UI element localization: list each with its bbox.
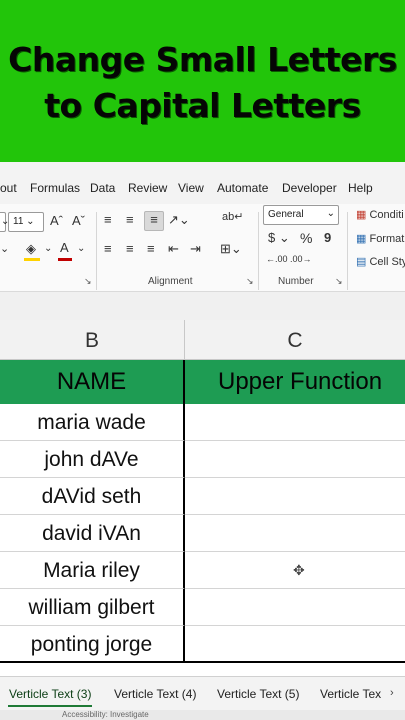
number-group-label: Number xyxy=(278,276,314,287)
table-header-name[interactable]: NAME xyxy=(0,360,185,404)
banner-title-line1: Change Small Letters xyxy=(8,40,397,79)
ribbon-separator xyxy=(258,212,259,290)
ribbon: ⌄ 11 ⌄ Aˆ Aˇ ⌄ ◈ ⌄ A ⌄ ↘ ≡ ≡ ≡ ↗⌄ ab↵ ≡ … xyxy=(0,204,405,292)
active-tab-indicator xyxy=(8,705,92,707)
sheet-tab-5[interactable]: Verticle Text (5) xyxy=(217,687,299,701)
align-top-icon[interactable]: ≡ xyxy=(104,212,112,227)
table-row-name-cell[interactable]: john dAVe xyxy=(0,441,185,478)
wrap-text-label: ab xyxy=(222,211,235,223)
column-header-c[interactable]: C xyxy=(185,320,405,360)
decrease-decimal-button[interactable]: .00→ xyxy=(290,254,312,264)
format-as-table-button[interactable]: ▦ Format xyxy=(356,232,404,245)
increase-decimal-label: .00 xyxy=(275,254,288,264)
table-row-result-cell[interactable] xyxy=(185,441,405,478)
fill-color-swatch xyxy=(24,258,40,261)
table-row-result-cell[interactable] xyxy=(185,589,405,626)
format-table-icon: ▦ xyxy=(356,233,367,245)
number-format-value: General xyxy=(268,209,304,220)
formula-bar-area xyxy=(0,292,405,320)
font-dialog-launcher-icon[interactable]: ↘ xyxy=(84,276,92,287)
tab-page-layout[interactable]: out xyxy=(0,181,17,195)
ribbon-tab-bar: out Formulas Data Review View Automate D… xyxy=(0,172,405,204)
tab-automate[interactable]: Automate xyxy=(217,181,268,195)
banner-title-line2: to Capital Letters xyxy=(44,86,361,125)
sheet-tab-6[interactable]: Verticle Tex xyxy=(320,687,381,701)
increase-font-size-icon[interactable]: Aˆ xyxy=(50,213,63,228)
status-bar: Accessibility: Investigate xyxy=(0,710,405,720)
orientation-icon[interactable]: ↗⌄ xyxy=(168,212,190,228)
table-bottom-border xyxy=(0,661,405,663)
chevron-down-icon: ⌄ xyxy=(326,208,335,219)
cell-styles-button[interactable]: ▤ Cell Styl xyxy=(356,255,405,268)
table-row-name-cell[interactable]: Maria riley xyxy=(0,552,185,589)
font-color-icon[interactable]: A xyxy=(60,240,69,255)
table-row-name-cell[interactable]: ponting jorge xyxy=(0,626,185,662)
tab-developer[interactable]: Developer xyxy=(282,181,337,195)
ribbon-separator xyxy=(347,212,348,290)
currency-format-button[interactable]: $ ⌄ xyxy=(268,230,290,246)
sheet-tab-bar: Verticle Text (3) Verticle Text (4) Vert… xyxy=(0,676,405,710)
table-row-name-cell[interactable]: william gilbert xyxy=(0,589,185,626)
font-name-dropdown[interactable]: ⌄ xyxy=(0,212,9,232)
ribbon-separator xyxy=(96,212,97,290)
align-right-icon[interactable]: ≡ xyxy=(147,241,155,256)
wrap-text-icon[interactable]: ab↵ xyxy=(222,210,243,223)
alignment-dialog-launcher-icon[interactable]: ↘ xyxy=(246,276,254,287)
cell-styles-label: Cell Styl xyxy=(369,256,405,268)
table-row-name-cell[interactable]: david iVAn xyxy=(0,515,185,552)
tab-help[interactable]: Help xyxy=(348,181,373,195)
decrease-font-size-icon[interactable]: Aˇ xyxy=(72,213,85,228)
banner-gap xyxy=(0,162,405,172)
font-size-dropdown[interactable]: 11 ⌄ xyxy=(8,212,44,232)
conditional-formatting-label: Conditi xyxy=(369,209,404,221)
font-color-swatch xyxy=(58,258,72,261)
table-row-result-cell[interactable] xyxy=(185,626,405,662)
font-size-value: 11 xyxy=(13,216,24,227)
align-bottom-icon[interactable]: ≡ xyxy=(144,211,164,231)
increase-decimal-button[interactable]: ←.00 xyxy=(266,254,288,264)
table-header-upper-function[interactable]: Upper Function xyxy=(185,360,405,404)
tab-formulas[interactable]: Formulas xyxy=(30,181,80,195)
table-row-result-cell[interactable] xyxy=(185,515,405,552)
title-banner: Change Small Letters to Capital Letters xyxy=(0,0,405,162)
align-center-icon[interactable]: ≡ xyxy=(126,241,134,256)
fill-color-icon[interactable]: ◈ xyxy=(26,241,36,257)
sheet-tab-4[interactable]: Verticle Text (4) xyxy=(114,687,196,701)
align-middle-icon[interactable]: ≡ xyxy=(126,212,134,227)
comma-style-button[interactable]: 9 xyxy=(324,230,331,245)
tab-view[interactable]: View xyxy=(178,181,204,195)
accessibility-status[interactable]: Accessibility: Investigate xyxy=(62,710,149,719)
chevron-right-icon[interactable]: › xyxy=(390,687,394,699)
number-format-dropdown[interactable]: General ⌄ xyxy=(263,205,339,225)
table-row-result-cell[interactable] xyxy=(185,404,405,441)
tab-review[interactable]: Review xyxy=(128,181,167,195)
table-row-name-cell[interactable]: dAVid seth xyxy=(0,478,185,515)
align-left-icon[interactable]: ≡ xyxy=(104,241,112,256)
alignment-group-label: Alignment xyxy=(148,276,193,287)
percent-format-button[interactable]: % xyxy=(300,230,312,246)
column-header-b[interactable]: B xyxy=(0,320,185,360)
mouse-cursor-icon: ✥ xyxy=(293,562,305,578)
cell-styles-icon: ▤ xyxy=(356,256,367,268)
conditional-formatting-icon: ▦ xyxy=(356,209,367,221)
table-row-result-cell[interactable] xyxy=(185,478,405,515)
merge-center-icon[interactable]: ⊞⌄ xyxy=(220,241,242,257)
font-color-dropdown-icon[interactable]: ⌄ xyxy=(77,243,85,254)
sheet-tab-3[interactable]: Verticle Text (3) xyxy=(9,687,91,701)
decrease-indent-icon[interactable]: ⇤ xyxy=(168,241,179,257)
format-as-table-label: Format xyxy=(369,233,405,245)
number-dialog-launcher-icon[interactable]: ↘ xyxy=(335,276,343,287)
tab-data[interactable]: Data xyxy=(90,181,115,195)
decrease-decimal-label: .00 xyxy=(290,254,303,264)
conditional-formatting-button[interactable]: ▦ Conditi xyxy=(356,208,404,221)
currency-symbol: $ xyxy=(268,230,276,245)
increase-indent-icon[interactable]: ⇥ xyxy=(190,241,201,257)
border-dropdown-icon[interactable]: ⌄ xyxy=(0,242,9,255)
fill-color-dropdown-icon[interactable]: ⌄ xyxy=(44,243,52,254)
table-row-name-cell[interactable]: maria wade xyxy=(0,404,185,441)
